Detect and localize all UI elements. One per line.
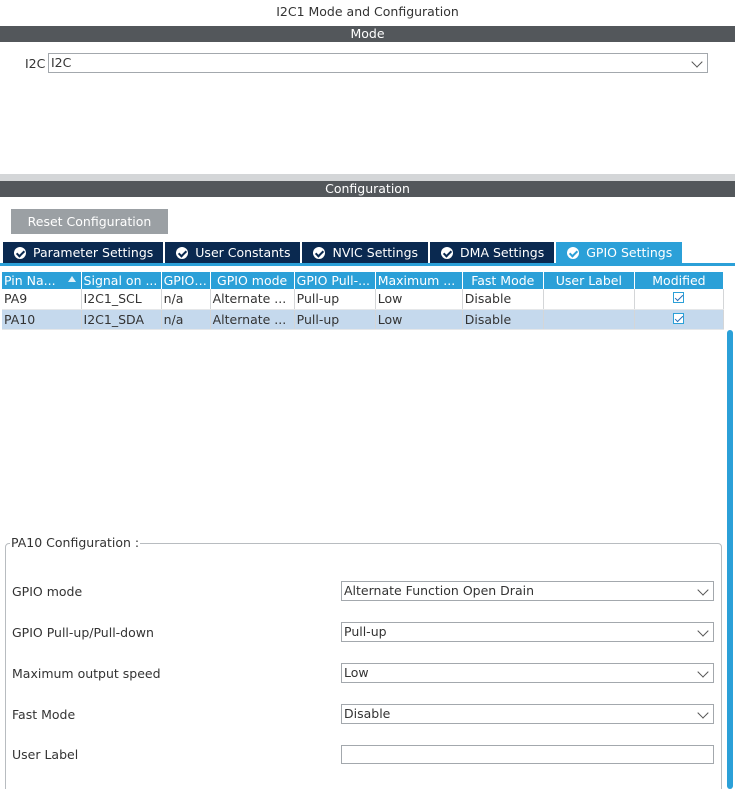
- cell-user-label: [543, 289, 635, 310]
- cell-modified: [634, 309, 725, 330]
- tab-label: Parameter Settings: [33, 245, 154, 260]
- cell-pull: Pull-up: [294, 309, 376, 330]
- tab-parameter-settings[interactable]: Parameter Settings: [3, 242, 164, 263]
- tab-label: GPIO Settings: [586, 245, 673, 260]
- cell-mode: Alternate ...: [210, 289, 295, 310]
- configuration-section-header: Configuration: [0, 181, 735, 197]
- column-header-signal[interactable]: Signal on ...: [81, 272, 162, 289]
- sort-ascending-icon: [67, 276, 76, 282]
- cell-speed: Low: [375, 309, 463, 330]
- modified-checkbox[interactable]: [673, 292, 685, 304]
- chevron-down-icon: [691, 56, 703, 68]
- cell-gpio: n/a: [161, 289, 211, 310]
- column-header-gpio-pull[interactable]: GPIO Pull-...: [294, 272, 376, 289]
- cell-fast-mode: Disable: [462, 309, 544, 330]
- column-header-gpio-mode[interactable]: GPIO mode: [210, 272, 295, 289]
- cell-pull: Pull-up: [294, 289, 376, 310]
- tab-gpio-settings[interactable]: GPIO Settings: [556, 242, 683, 263]
- window-title: I2C1 Mode and Configuration: [276, 4, 459, 19]
- gpio-pull-value: Pull-up: [344, 624, 387, 639]
- cell-gpio: n/a: [161, 309, 211, 330]
- column-header-max-speed[interactable]: Maximum ...: [375, 272, 463, 289]
- gpio-pull-label: GPIO Pull-up/Pull-down: [12, 625, 154, 640]
- column-header-gpio-output[interactable]: GPIO ...: [161, 272, 211, 289]
- table-row[interactable]: PA9 I2C1_SCL n/a Alternate ... Pull-up L…: [2, 289, 725, 310]
- chevron-down-icon: [697, 707, 709, 719]
- user-label-input[interactable]: [341, 745, 714, 764]
- max-output-speed-select[interactable]: Low: [341, 663, 714, 683]
- cell-signal: I2C1_SDA: [81, 309, 162, 330]
- check-circle-icon: [313, 246, 326, 259]
- table-row[interactable]: PA10 I2C1_SDA n/a Alternate ... Pull-up …: [2, 309, 725, 330]
- i2c-mode-select[interactable]: I2C: [48, 53, 708, 73]
- chevron-down-icon: [697, 666, 709, 678]
- gpio-pin-table: Pin Na... Signal on ... GPIO ... GPIO mo…: [2, 272, 725, 330]
- cell-pin: PA9: [2, 289, 82, 310]
- tab-user-constants[interactable]: User Constants: [165, 242, 301, 263]
- chevron-down-icon: [697, 625, 709, 637]
- config-tabs: Parameter Settings User Constants NVIC S…: [3, 242, 684, 263]
- cell-signal: I2C1_SCL: [81, 289, 162, 310]
- column-header-modified[interactable]: Modified: [634, 272, 725, 289]
- tab-label: NVIC Settings: [332, 245, 419, 260]
- max-output-speed-label: Maximum output speed: [12, 666, 161, 681]
- fast-mode-select[interactable]: Disable: [341, 704, 714, 724]
- tab-label: User Constants: [195, 245, 291, 260]
- cell-modified: [634, 289, 725, 310]
- gpio-mode-label: GPIO mode: [12, 584, 83, 599]
- gpio-mode-value: Alternate Function Open Drain: [344, 583, 535, 598]
- user-label-label: User Label: [12, 747, 79, 762]
- chevron-down-icon: [697, 584, 709, 596]
- fast-mode-label: Fast Mode: [12, 707, 76, 722]
- i2c-mode-label: I2C: [25, 56, 46, 71]
- tab-nvic-settings[interactable]: NVIC Settings: [302, 242, 429, 263]
- tab-dma-settings[interactable]: DMA Settings: [430, 242, 555, 263]
- check-circle-icon: [567, 246, 580, 259]
- check-circle-icon: [14, 246, 26, 259]
- cell-pin: PA10: [2, 309, 82, 330]
- column-header-user-label[interactable]: User Label: [543, 272, 635, 289]
- column-header-pin-name[interactable]: Pin Na...: [2, 272, 82, 289]
- cell-user-label: [543, 309, 635, 330]
- check-circle-icon: [441, 246, 454, 259]
- cell-mode: Alternate ...: [210, 309, 295, 330]
- cell-speed: Low: [375, 289, 463, 310]
- tab-label: DMA Settings: [460, 245, 545, 260]
- pin-configuration-legend: PA10 Configuration :: [10, 535, 141, 550]
- column-header-fast-mode[interactable]: Fast Mode: [462, 272, 544, 289]
- i2c-mode-value: I2C: [51, 55, 72, 70]
- fast-mode-value: Disable: [344, 706, 391, 721]
- modified-checkbox[interactable]: [673, 312, 685, 324]
- max-output-speed-value: Low: [344, 665, 369, 680]
- table-header-row: Pin Na... Signal on ... GPIO ... GPIO mo…: [2, 272, 725, 289]
- cell-fast-mode: Disable: [462, 289, 544, 310]
- reset-configuration-button[interactable]: Reset Configuration: [11, 209, 168, 234]
- gpio-pull-select[interactable]: Pull-up: [341, 622, 714, 642]
- mode-section-header: Mode: [0, 26, 735, 42]
- vertical-scrollbar[interactable]: [727, 330, 733, 789]
- check-circle-icon: [176, 246, 189, 259]
- gpio-mode-select[interactable]: Alternate Function Open Drain: [341, 581, 714, 601]
